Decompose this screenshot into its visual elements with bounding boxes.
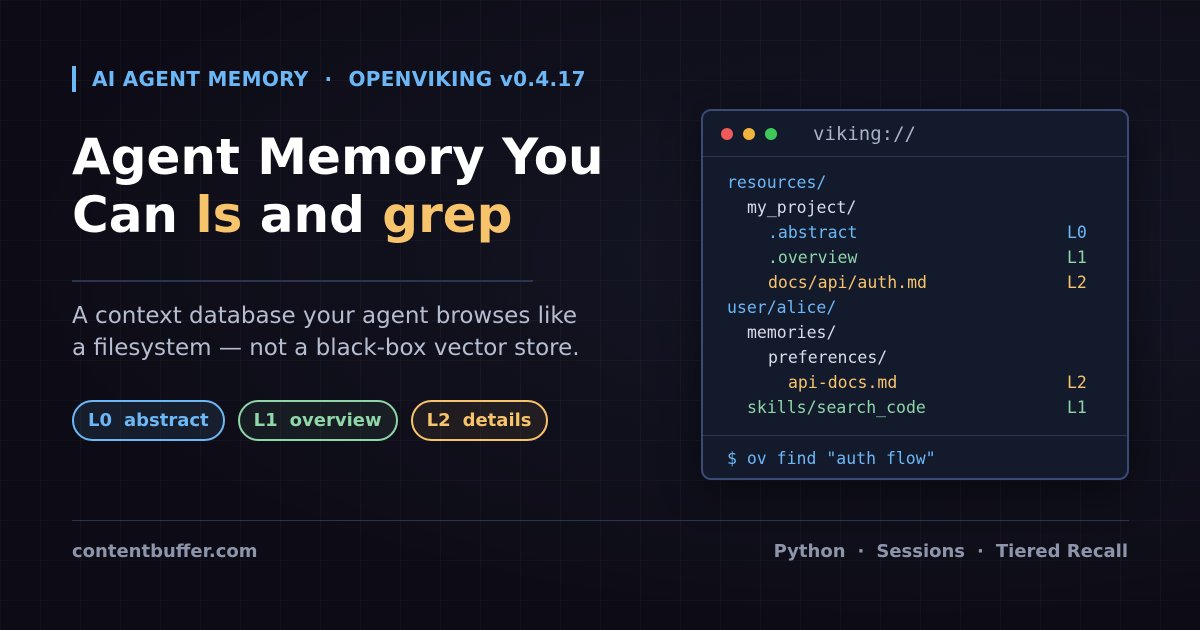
minimize-dot-icon xyxy=(743,127,755,140)
tree-row: api-docs.md L2 xyxy=(703,370,1127,395)
tree-path: .abstract xyxy=(768,223,858,242)
headline-ls: ls xyxy=(195,186,243,244)
headline-grep: grep xyxy=(382,186,513,244)
footer-tags: Python · Sessions · Tiered Recall xyxy=(774,541,1128,562)
tree-path: memories/ xyxy=(747,323,837,342)
tree-row: memories/ xyxy=(703,320,1127,345)
tree-row: docs/api/auth.md L2 xyxy=(703,270,1127,295)
headline-and: and xyxy=(242,186,383,244)
tree-row: preferences/ xyxy=(703,345,1127,370)
tree-level: L2 xyxy=(1067,373,1087,392)
pill-label: overview xyxy=(289,410,382,431)
footer-site: contentbuffer.com xyxy=(72,541,258,562)
tree-path: .overview xyxy=(768,248,858,267)
tree-row: my_project/ xyxy=(703,195,1127,220)
maximize-dot-icon xyxy=(765,127,777,140)
pill-level: L0 xyxy=(88,410,112,431)
close-dot-icon xyxy=(721,127,733,140)
eyebrow: AI AGENT MEMORY · OPENVIKING v0.4.17 xyxy=(72,66,586,92)
tree-path: skills/search_code xyxy=(747,398,926,417)
tree-row: .abstract L0 xyxy=(703,220,1127,245)
eyebrow-separator: · xyxy=(324,67,333,91)
pill-l2: L2 details xyxy=(410,400,548,441)
pill-level: L1 xyxy=(253,410,278,431)
tree-path: resources/ xyxy=(727,173,827,192)
headline-line-2: Can ls and grep xyxy=(72,186,604,244)
pill-l1: L1 overview xyxy=(237,400,398,441)
footer-separator: · xyxy=(977,541,984,562)
pill-label: details xyxy=(462,410,532,431)
tree-level: L1 xyxy=(1067,398,1087,417)
tree-row: .overview L1 xyxy=(703,245,1127,270)
tree-level: L1 xyxy=(1067,248,1087,267)
eyebrow-topic: AI AGENT MEMORY xyxy=(92,67,309,91)
pill-level: L2 xyxy=(426,410,451,431)
tree-level: L0 xyxy=(1067,223,1087,242)
terminal-title-bar: viking:// xyxy=(703,111,1127,157)
pill-l0: L0 abstract xyxy=(72,400,225,441)
divider-top xyxy=(72,280,533,282)
tree-row: skills/search_code L1 xyxy=(703,395,1127,420)
level-pills: L0 abstract L1 overview L2 details xyxy=(72,400,548,441)
tree-path: my_project/ xyxy=(747,198,857,217)
tree-path: api-docs.md xyxy=(788,373,898,392)
subtitle-line-1: A context database your agent browses li… xyxy=(72,303,578,329)
tree-path: user/alice/ xyxy=(727,298,837,317)
tree-row: resources/ xyxy=(703,170,1127,195)
footer-separator: · xyxy=(857,541,865,562)
terminal-prompt: $ ov find "auth flow" xyxy=(703,435,1127,478)
headline: Agent Memory You Can ls and grep xyxy=(72,128,604,244)
tree-row: user/alice/ xyxy=(703,295,1127,320)
footer-tag-tiered-recall: Tiered Recall xyxy=(995,541,1128,562)
pill-label: abstract xyxy=(124,410,209,431)
subtitle: A context database your agent browses li… xyxy=(72,300,632,364)
file-tree: resources/ my_project/ .abstract L0 .ove… xyxy=(703,157,1127,420)
footer-tag-python: Python xyxy=(773,541,846,562)
tree-level: L2 xyxy=(1067,273,1087,292)
divider-bottom xyxy=(72,520,1129,521)
tree-path: preferences/ xyxy=(768,348,888,367)
tree-path: docs/api/auth.md xyxy=(768,273,927,292)
footer-tag-sessions: Sessions xyxy=(876,541,966,562)
terminal-window: viking:// resources/ my_project/ .abstra… xyxy=(701,109,1129,480)
headline-can: Can xyxy=(72,186,196,244)
subtitle-line-2: a filesystem — not a black-box vector st… xyxy=(72,335,580,361)
eyebrow-version: OPENVIKING v0.4.17 xyxy=(348,67,586,91)
headline-line-1: Agent Memory You xyxy=(72,128,604,186)
terminal-title: viking:// xyxy=(813,122,916,145)
